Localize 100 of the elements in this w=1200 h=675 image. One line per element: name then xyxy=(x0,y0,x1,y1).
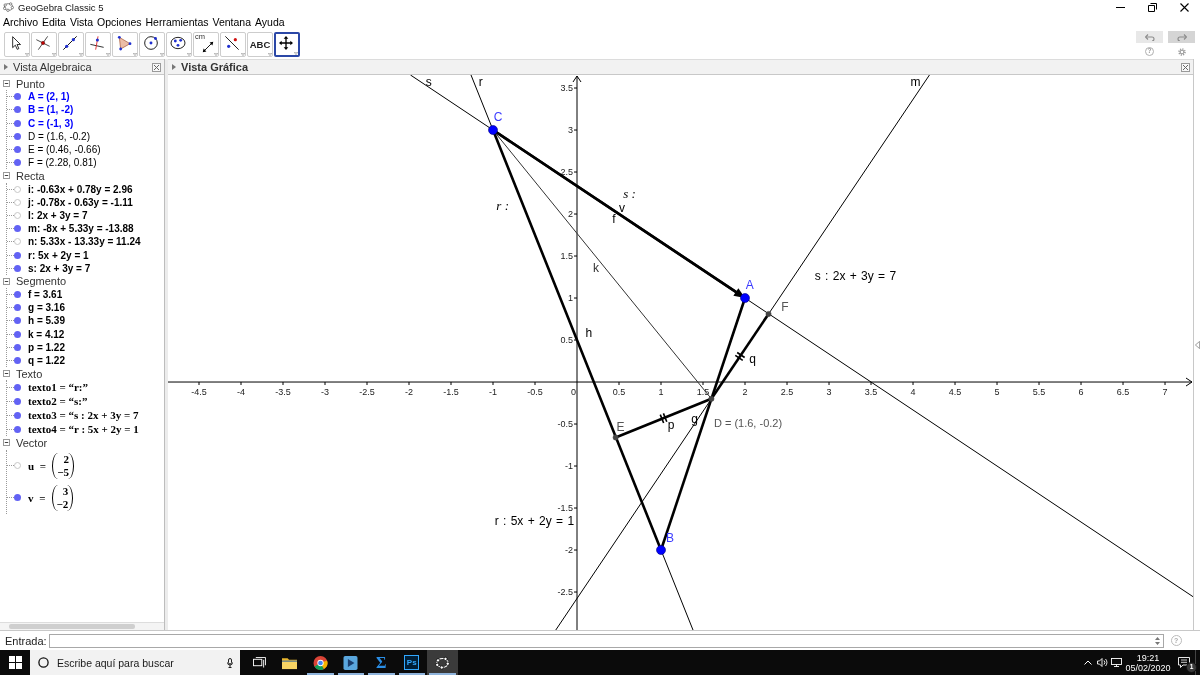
notification-icon[interactable] xyxy=(1178,657,1190,668)
point[interactable] xyxy=(656,545,666,555)
menu-item[interactable]: Archivo xyxy=(1,15,40,28)
up-down-arrows-icon[interactable] xyxy=(1154,636,1160,645)
microphone-icon[interactable] xyxy=(227,657,233,668)
visibility-toggle[interactable] xyxy=(14,119,21,127)
tool-button[interactable] xyxy=(274,31,300,57)
play-icon xyxy=(343,655,359,670)
visibility-toggle[interactable] xyxy=(14,397,21,405)
visibility-toggle[interactable] xyxy=(14,211,21,219)
settings-icon[interactable] xyxy=(1177,47,1186,56)
visibility-toggle[interactable] xyxy=(14,198,21,206)
clock-time[interactable]: 19:21 xyxy=(1136,652,1160,663)
axis-tick-label: 4 xyxy=(910,387,916,398)
speaker-icon[interactable] xyxy=(1096,658,1108,667)
point-label: D = (1.6, -0.2) xyxy=(713,417,783,430)
point[interactable] xyxy=(488,125,498,135)
axis-tick-label: 3.5 xyxy=(864,387,878,398)
menu-item[interactable]: Ventana xyxy=(210,15,254,28)
math-text: r : xyxy=(496,198,509,214)
visibility-toggle[interactable] xyxy=(14,132,21,140)
algebra-entry: k = 4.12 xyxy=(28,328,65,340)
axis-tick-label: 1 xyxy=(568,293,573,303)
line-icon xyxy=(62,35,78,51)
axis-tick-label: 0 xyxy=(571,387,576,398)
visibility-toggle[interactable] xyxy=(14,357,21,365)
algebra-entry: s: 2x + 3y = 7 xyxy=(28,262,91,274)
app-logo-icon xyxy=(434,655,450,670)
collapse-toggle-icon[interactable] xyxy=(3,80,10,88)
dropdown-caret-icon xyxy=(160,52,164,56)
tool-button[interactable]: ABC xyxy=(247,31,273,57)
visibility-toggle[interactable] xyxy=(14,462,21,469)
axis-tick-label: -3 xyxy=(321,387,329,398)
network-icon[interactable] xyxy=(1110,658,1122,667)
point-label: F xyxy=(781,300,789,315)
segment-label: g xyxy=(691,412,698,426)
axis-tick-label: 4.5 xyxy=(948,387,962,398)
menu-item[interactable]: Herramientas xyxy=(143,15,211,28)
algebra-entry: F = (2.28, 0.81) xyxy=(28,157,97,169)
visibility-toggle[interactable] xyxy=(14,411,21,419)
visibility-toggle[interactable] xyxy=(14,343,21,351)
visibility-toggle[interactable] xyxy=(14,291,21,299)
collapse-toggle-icon[interactable] xyxy=(3,172,10,180)
segment-label: q xyxy=(749,352,756,367)
input-field[interactable] xyxy=(48,633,1164,648)
algebra-entry: D = (1.6, -0.2) xyxy=(28,130,90,142)
close-icon[interactable] xyxy=(1181,62,1190,72)
axis-tick-label: 1 xyxy=(658,387,664,398)
chevron-up-icon[interactable] xyxy=(1084,660,1092,665)
visibility-toggle[interactable] xyxy=(14,159,21,167)
collapse-toggle-icon[interactable] xyxy=(3,439,10,447)
category-label: Texto xyxy=(16,367,43,380)
visibility-toggle[interactable] xyxy=(14,185,21,193)
menu-item[interactable]: Ayuda xyxy=(253,15,287,28)
axis-tick-label: -4.5 xyxy=(191,387,207,398)
menu-item[interactable]: Vista xyxy=(67,15,96,28)
visibility-toggle[interactable] xyxy=(14,251,21,259)
axis-tick-label: -2.5 xyxy=(359,387,375,398)
category-label: Segmento xyxy=(16,275,67,288)
collapse-toggle-icon[interactable] xyxy=(3,277,10,285)
visibility-toggle[interactable] xyxy=(14,494,21,501)
dropdown-caret-icon xyxy=(187,52,191,56)
visibility-toggle[interactable] xyxy=(14,238,21,246)
algebra-entry: g = 3.16 xyxy=(28,302,65,314)
visibility-toggle[interactable] xyxy=(14,106,21,114)
segment-label: f xyxy=(612,212,616,227)
expand-caret-icon[interactable] xyxy=(4,64,8,70)
double-arrow-icon xyxy=(202,40,214,53)
taskbar-app-button[interactable]: Σ xyxy=(366,650,397,675)
panel-title: Vista Algebraica xyxy=(13,61,93,73)
minimize-icon xyxy=(1115,6,1125,8)
panel-title: Vista Gráfica xyxy=(181,61,250,73)
dropdown-caret-icon xyxy=(241,52,245,56)
collapse-toggle-icon[interactable] xyxy=(3,370,10,378)
visibility-toggle[interactable] xyxy=(14,93,21,101)
visibility-toggle[interactable] xyxy=(14,383,21,391)
visibility-toggle[interactable] xyxy=(14,264,21,272)
dropdown-caret-icon xyxy=(268,52,272,56)
close-icon[interactable] xyxy=(152,62,161,72)
expand-caret-icon[interactable] xyxy=(172,64,176,70)
axis-tick-label: -0.5 xyxy=(557,419,573,430)
menu-item[interactable]: Opciones xyxy=(95,15,144,28)
visibility-toggle[interactable] xyxy=(14,330,21,338)
algebra-entry: texto3 = “s : 2x + 3y = 7 xyxy=(28,409,139,422)
taskbar-app-button[interactable] xyxy=(427,650,458,675)
axis-tick-label: 6 xyxy=(1078,387,1084,398)
clock-date[interactable]: 05/02/2020 xyxy=(1125,662,1171,673)
search-field[interactable]: Escribe aquí para buscar xyxy=(30,650,240,675)
close-icon xyxy=(1179,2,1189,12)
visibility-toggle[interactable] xyxy=(14,317,21,325)
visibility-toggle[interactable] xyxy=(14,146,21,154)
visibility-toggle[interactable] xyxy=(14,304,21,312)
point[interactable] xyxy=(740,293,750,303)
visibility-toggle[interactable] xyxy=(14,225,21,233)
menu-item[interactable]: Edita xyxy=(40,15,68,28)
visibility-toggle[interactable] xyxy=(14,425,21,433)
taskbar-app-button[interactable]: Ps xyxy=(396,650,427,675)
algebra-entry: h = 5.39 xyxy=(28,315,65,327)
axis-tick-label: -2 xyxy=(405,387,413,398)
dropdown-caret-icon xyxy=(294,51,298,55)
